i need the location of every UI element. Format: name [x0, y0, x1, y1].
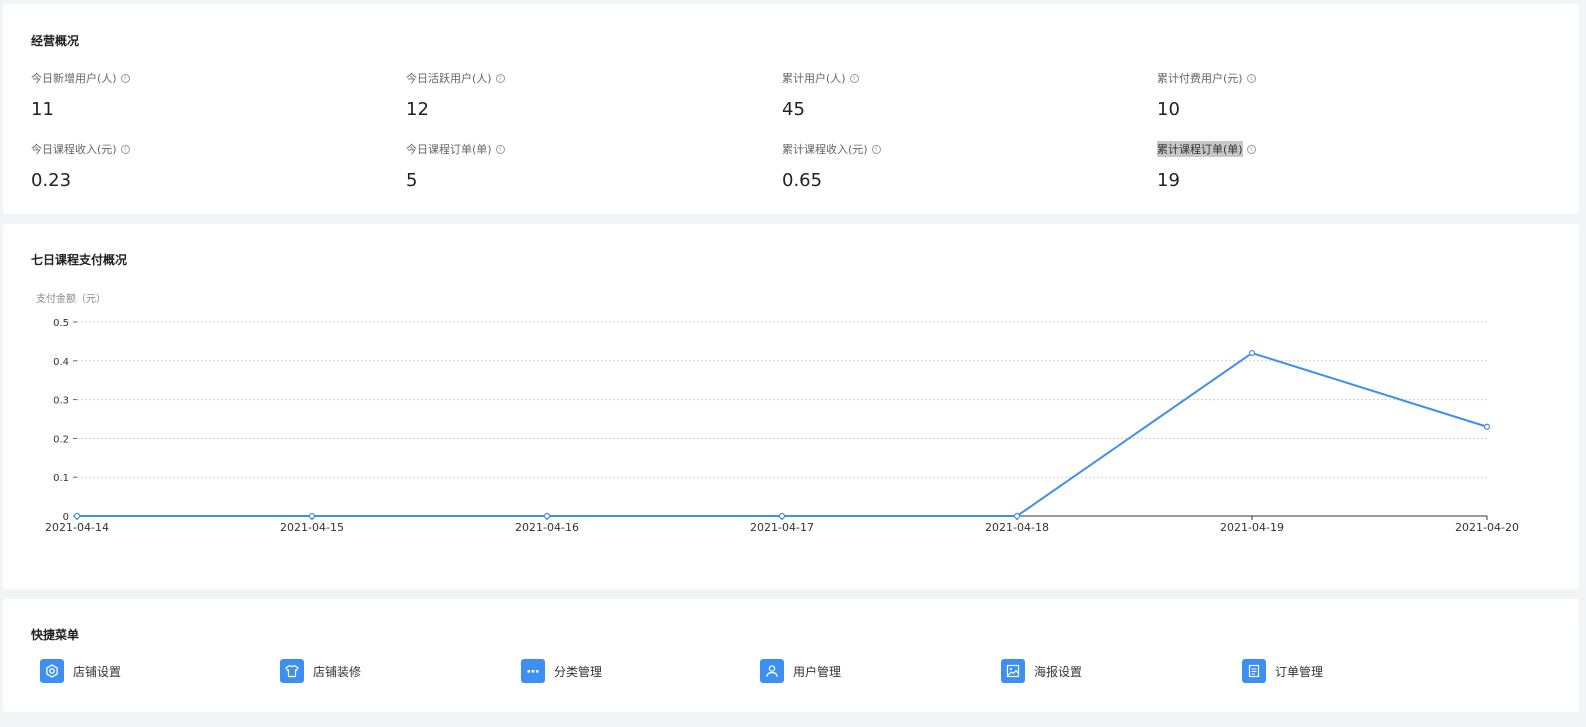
stat-value: 45	[782, 99, 805, 120]
stat-total-users: 累计用户(人) i 45	[782, 71, 1142, 120]
quick-menu-title: 快捷菜单	[31, 628, 80, 642]
stat-label: 今日课程订单(单)	[406, 143, 492, 156]
menu-item-order-management[interactable]: 订单管理	[1242, 658, 1323, 684]
x-tick-label: 2021-04-15	[280, 521, 344, 534]
info-icon[interactable]: i	[849, 73, 859, 83]
info-icon[interactable]: i	[1246, 144, 1256, 154]
x-tick-label: 2021-04-18	[985, 521, 1049, 534]
chart-card: 七日课程支付概况 支付金额（元） 0 0.1 0.2 0.3 0.4 0.5 2021-04…	[3, 224, 1579, 589]
stat-new-users: 今日新增用户(人) i 11	[31, 71, 391, 120]
stat-value: 11	[31, 99, 54, 120]
data-point	[543, 512, 551, 520]
stat-label: 累计课程收入(元)	[782, 143, 868, 156]
series-line	[77, 351, 1488, 517]
stat-value: 5	[406, 170, 418, 191]
menu-item-label: 订单管理	[1275, 664, 1324, 679]
menu-item-store-decoration[interactable]: 店铺装修	[280, 658, 361, 684]
stat-today-orders: 今日课程订单(单) i 5	[406, 142, 766, 191]
menu-item-label: 店铺装修	[313, 664, 362, 679]
stat-label: 今日新增用户(人)	[31, 72, 117, 85]
data-point	[1483, 423, 1491, 430]
dots-icon	[521, 659, 545, 683]
menu-item-poster-settings[interactable]: 海报设置	[1001, 658, 1082, 684]
menu-item-label: 分类管理	[554, 664, 603, 679]
y-tick-label: 0.1	[53, 473, 69, 484]
stat-value: 0.23	[31, 170, 72, 191]
menu-item-label: 海报设置	[1034, 664, 1083, 679]
image-icon	[1001, 659, 1025, 683]
info-icon[interactable]: i	[495, 144, 505, 154]
menu-item-user-management[interactable]: 用户管理	[760, 658, 841, 684]
info-icon[interactable]: i	[871, 144, 881, 154]
info-icon[interactable]: i	[1246, 73, 1256, 83]
payment-line-chart: 00.10.20.30.40.52021-04-14 2021-04-15 2021…	[45, 318, 1519, 534]
stat-label: 累计用户(人)	[782, 72, 846, 85]
quick-menu-card: 快捷菜单 店铺设置 店铺装修 分类管理 用户管理 海报设置 订单管理	[3, 599, 1579, 712]
stat-paid-users: 累计付费用户(元) i 10	[1157, 71, 1517, 120]
stat-active-users: 今日活跃用户(人) i 12	[406, 71, 766, 120]
stat-label: 今日活跃用户(人)	[406, 72, 492, 85]
document-icon	[1242, 659, 1266, 683]
x-tick-label: 2021-04-19	[1220, 521, 1284, 534]
menu-item-category-management[interactable]: 分类管理	[521, 658, 602, 684]
x-tick-label: 2021-04-14	[45, 521, 109, 534]
y-tick-label: 0.2	[53, 434, 69, 445]
info-icon[interactable]: i	[120, 144, 130, 154]
overview-title: 经营概况	[31, 34, 80, 48]
stat-value: 10	[1157, 99, 1180, 120]
data-point	[73, 512, 81, 520]
info-icon[interactable]: i	[495, 73, 505, 83]
menu-item-label: 用户管理	[793, 664, 842, 679]
y-tick-label: 0.3	[53, 396, 69, 407]
data-point	[308, 512, 316, 520]
stat-total-income: 累计课程收入(元) i 0.65	[782, 142, 1142, 191]
stat-label: 今日课程收入(元)	[31, 143, 117, 156]
data-point	[778, 512, 786, 520]
stat-total-orders: 累计课程订单(单) i 19	[1157, 141, 1517, 191]
stat-value: 0.65	[782, 170, 823, 191]
stat-value: 19	[1157, 170, 1180, 191]
stat-today-income: 今日课程收入(元) i 0.23	[31, 142, 391, 191]
menu-item-store-settings[interactable]: 店铺设置	[40, 658, 121, 684]
y-tick-label: 0.4	[53, 357, 69, 368]
gear-icon	[40, 659, 64, 683]
x-tick-label: 2021-04-20	[1455, 521, 1519, 534]
data-point	[1013, 512, 1021, 520]
info-icon[interactable]: i	[120, 73, 130, 83]
stat-label: 累计付费用户(元)	[1157, 72, 1243, 85]
user-icon	[760, 659, 784, 683]
y-tick-label: 0.5	[53, 318, 69, 329]
x-tick-label: 2021-04-16	[515, 521, 579, 534]
menu-item-label: 店铺设置	[73, 664, 122, 679]
overview-card: 经营概况 今日新增用户(人) i 11 今日活跃用户(人) i 12 累计用户(人)…	[3, 4, 1579, 214]
stat-label: 累计课程订单(单)	[1157, 141, 1243, 157]
stat-value: 12	[406, 99, 429, 120]
shirt-icon	[280, 659, 304, 683]
data-point	[1248, 349, 1256, 357]
x-tick-label: 2021-04-17	[750, 521, 814, 534]
